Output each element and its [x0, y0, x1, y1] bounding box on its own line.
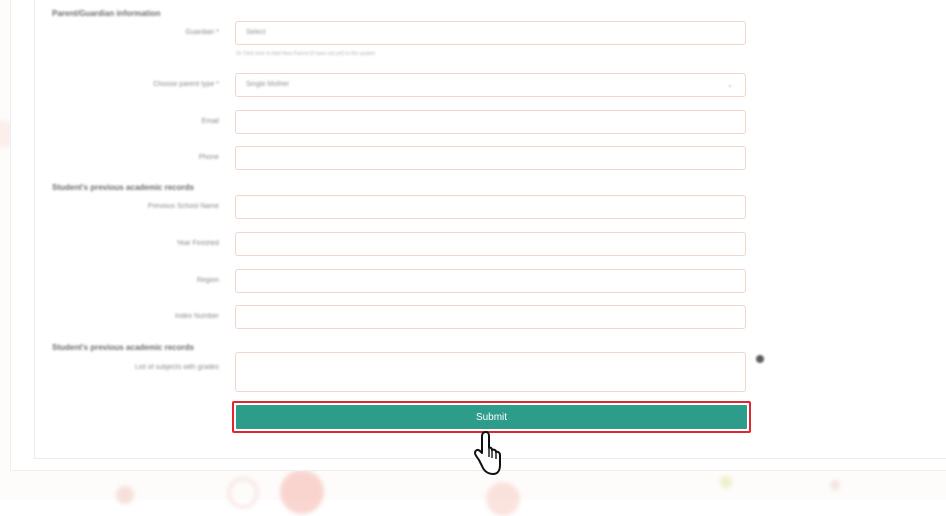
section-title-previous-subjects: Student's previous academic records	[52, 343, 194, 352]
previous-school-field[interactable]	[235, 195, 746, 219]
help-icon[interactable]	[756, 355, 764, 363]
previous-school-label: Previous School Name	[147, 203, 219, 210]
section-title-previous-school: Student's previous academic records	[52, 183, 194, 192]
parent-type-value: Single Mother	[246, 81, 290, 88]
phone-label: Phone	[198, 154, 219, 161]
chevron-down-icon: ⌄	[727, 82, 733, 89]
submit-button-label: Submit	[236, 405, 747, 429]
decorative-circle	[720, 476, 732, 488]
parent-type-label: Choose parent type *	[153, 81, 219, 88]
email-label: Email	[201, 118, 219, 125]
index-number-label: Index Number	[175, 313, 219, 320]
phone-field[interactable]	[235, 146, 746, 170]
guardian-select[interactable]: Select	[235, 21, 746, 45]
guardian-label: Guardian *	[185, 29, 219, 36]
subjects-textarea[interactable]	[235, 352, 746, 392]
region-label: Region	[196, 277, 219, 284]
add-parent-hint-link[interactable]: Or Click here to Add New Parent (if have…	[236, 51, 375, 57]
decorative-circle	[116, 486, 134, 504]
year-finished-label: Year Finished	[176, 240, 219, 247]
decorative-circle	[486, 482, 520, 516]
year-finished-field[interactable]	[235, 232, 746, 256]
subjects-label: List of subjects with grades	[134, 364, 219, 371]
index-number-field[interactable]	[235, 305, 746, 329]
decorative-circle	[280, 470, 324, 514]
email-field[interactable]	[235, 110, 746, 134]
hand-pointer-icon	[474, 431, 501, 475]
decorative-circle	[228, 478, 258, 508]
decorative-circle	[830, 480, 840, 490]
guardian-select-value: Select	[246, 29, 266, 36]
section-title-parent: Parent/Guardian information	[52, 9, 161, 18]
region-field[interactable]	[235, 269, 746, 293]
parent-type-select[interactable]: Single Mother ⌄	[235, 73, 746, 97]
